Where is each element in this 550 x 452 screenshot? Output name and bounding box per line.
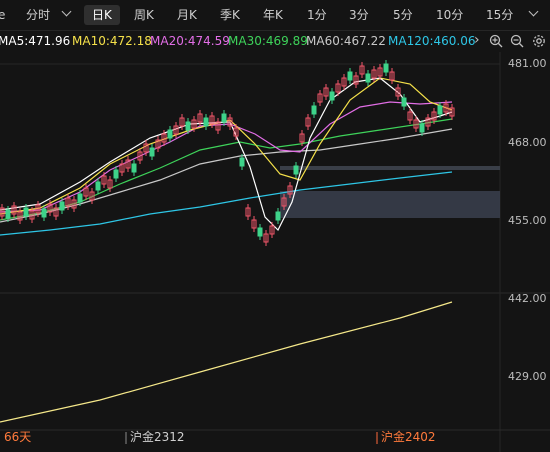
candle-body (311, 105, 317, 115)
lower-panel (0, 301, 453, 423)
candle-body (203, 117, 209, 127)
tab-weekly-k[interactable]: 周K (134, 5, 154, 25)
candle-body (257, 227, 263, 237)
legend-ma60: MA60:467.22 (306, 34, 386, 48)
price-label: 468.00 (508, 136, 547, 149)
tab-partial[interactable]: e (0, 5, 5, 25)
candle-body (329, 91, 335, 101)
candle-body (77, 193, 83, 203)
chevron-down-icon[interactable] (528, 6, 539, 17)
tab-monthly-k[interactable]: 月K (177, 5, 197, 25)
candle-body (41, 208, 47, 218)
candle-body (347, 71, 353, 81)
candle-body (437, 105, 443, 115)
tab-yearly-k[interactable]: 年K (263, 5, 283, 25)
tab-daily-k[interactable]: 日K (84, 5, 120, 25)
chevron-right-icon[interactable]: › (474, 32, 480, 48)
candle-body (167, 129, 173, 139)
ma-legend: MA5:471.96 MA10:472.18 MA20:474.59 MA30:… (0, 31, 550, 51)
legend-ma10: MA10:472.18 (72, 34, 152, 48)
gap-zone-2 (280, 191, 500, 218)
zoom-in-icon[interactable] (489, 34, 503, 48)
lower-indicator-line (0, 301, 453, 423)
tab-1min[interactable]: 1分 (307, 5, 327, 25)
settings-icon[interactable] (532, 34, 546, 48)
candle-body (365, 73, 371, 83)
price-label: 442.00 (508, 292, 547, 305)
gap-zone-1 (280, 166, 500, 170)
contract-label-2312: 沪金2312 (130, 429, 185, 444)
candle-body (5, 209, 11, 219)
candle-body (131, 163, 137, 173)
candle-body (293, 165, 299, 175)
candlesticks (0, 60, 455, 246)
legend-ma5: MA5:471.96 (0, 34, 71, 48)
candle-body (113, 169, 119, 179)
legend-ma20: MA20:474.59 (150, 34, 230, 48)
zoom-out-icon[interactable] (510, 34, 524, 48)
candle-body (185, 121, 191, 131)
candle-body (149, 147, 155, 157)
kline-chart[interactable]: 481.00 468.00 455.00 442.00 429.00 66天 沪… (0, 52, 550, 452)
legend-ma30: MA30:469.89 (228, 34, 308, 48)
candle-body (239, 157, 245, 167)
candle-body (59, 201, 65, 211)
candle-body (401, 97, 407, 107)
price-label: 481.00 (508, 57, 547, 70)
candle-body (383, 63, 389, 73)
contract-label-2402: 沪金2402 (381, 429, 436, 444)
candle-body (419, 123, 425, 133)
candle-body (23, 207, 29, 217)
candle-body (95, 181, 101, 191)
price-label: 429.00 (508, 370, 547, 383)
candle-body (275, 211, 281, 221)
tab-10min[interactable]: 10分 (436, 5, 463, 25)
tab-quarterly-k[interactable]: 季K (220, 5, 240, 25)
chevron-down-icon[interactable] (61, 6, 72, 17)
tab-5min[interactable]: 5分 (393, 5, 413, 25)
days-label: 66天 (4, 430, 31, 444)
tab-15min[interactable]: 15分 (486, 5, 513, 25)
period-tab-bar: e 分时 日K 周K 月K 季K 年K 1分 3分 5分 10分 15分 (0, 0, 550, 31)
legend-ma120: MA120:460.06 (388, 34, 476, 48)
candle-body (221, 113, 227, 123)
tab-3min[interactable]: 3分 (349, 5, 369, 25)
price-label: 455.00 (508, 214, 547, 227)
tab-intraday[interactable]: 分时 (26, 5, 50, 25)
